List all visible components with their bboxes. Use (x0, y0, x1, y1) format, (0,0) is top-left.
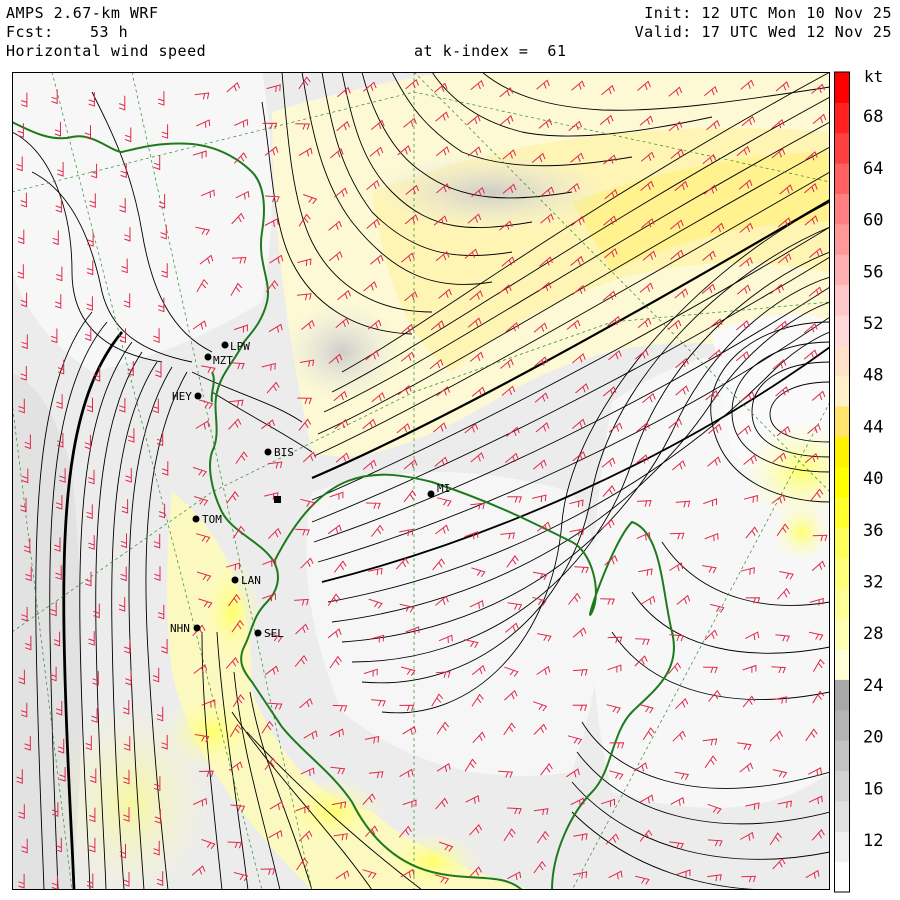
colorbar-tick-label: 44 (863, 417, 883, 437)
colorbar-cell (834, 497, 850, 529)
colorbar-tick-label: 64 (863, 159, 883, 179)
station-bis-label: BIS (274, 446, 294, 459)
colorbar-cell (834, 406, 850, 437)
colorbar-cell (834, 223, 850, 255)
station-lpw-label: LPW (230, 340, 250, 353)
colorbar-cell (834, 132, 850, 164)
colorbar-cell (834, 831, 850, 863)
level-label: at k-index = 61 (414, 42, 567, 60)
station-marker-unlabeled (274, 496, 281, 503)
colorbar-cell (834, 102, 850, 134)
colorbar-cell (834, 649, 850, 680)
colorbar-cell (834, 861, 850, 893)
colorbar-cell (834, 314, 850, 346)
colorbar-tick-label: 68 (863, 107, 883, 127)
colorbar-tick-label: 36 (863, 521, 883, 541)
colorbar-cell (834, 770, 850, 802)
colorbar-cell (834, 254, 850, 286)
colorbar-tick-label: 32 (863, 573, 883, 593)
field-name: Horizontal wind speed (6, 42, 207, 60)
colorbar-cell (834, 740, 850, 772)
forecast-label: Fcst: (6, 23, 54, 41)
colorbar-cell (834, 193, 850, 225)
station-lan-label: LAN (241, 574, 261, 587)
colorbar-tick-label: 12 (863, 831, 883, 851)
colorbar-cell (834, 709, 850, 741)
wind-map: LPW MZT HEY BIS TOM LAN NHN SEL MI (12, 72, 830, 890)
colorbar-cell (834, 588, 850, 620)
colorbar-tick-label: 48 (863, 366, 883, 386)
colorbar-tick-label: 20 (863, 728, 883, 748)
colorbar-cell (834, 527, 850, 559)
wind-speed-colorbar: 12 16 20 24 28 32 36 40 44 48 52 56 60 64 68 kt (834, 70, 883, 893)
colorbar-cell (834, 375, 850, 407)
colorbar-cell (834, 284, 850, 316)
colorbar-cell (834, 345, 850, 377)
colorbar-tick-label: 24 (863, 676, 883, 696)
colorbar-cell (834, 557, 850, 589)
colorbar-tick-label: 28 (863, 624, 883, 644)
init-time: Init: 12 UTC Mon 10 Nov 25 (644, 4, 892, 22)
colorbar-cell (834, 618, 850, 650)
station-hey-label: HEY (172, 390, 192, 403)
station-mzt-label: MZT (213, 354, 233, 367)
colorbar-tick-label: 52 (863, 314, 883, 334)
colorbar-cell (834, 72, 850, 103)
colorbar-cell (834, 466, 850, 498)
colorbar-cell (834, 679, 850, 711)
valid-time: Valid: 17 UTC Wed 12 Nov 25 (634, 23, 892, 41)
station-mi-label: MI (437, 482, 450, 495)
model-title: AMPS 2.67-km WRF (6, 4, 159, 22)
station-nhn-label: NHN (170, 622, 190, 635)
colorbar-tick-label: 60 (863, 211, 883, 231)
colorbar-cell (834, 800, 850, 832)
station-tom-label: TOM (202, 513, 222, 526)
colorbar-tick-label: 40 (863, 469, 883, 489)
colorbar-cell (834, 163, 850, 194)
station-sel-label: SEL (264, 627, 284, 640)
colorbar-unit: kt (864, 70, 883, 86)
colorbar-tick-label: 16 (863, 779, 883, 799)
colorbar-tick-label: 56 (863, 262, 883, 282)
colorbar-cell (834, 436, 850, 468)
forecast-hour: 53 h (90, 23, 129, 41)
